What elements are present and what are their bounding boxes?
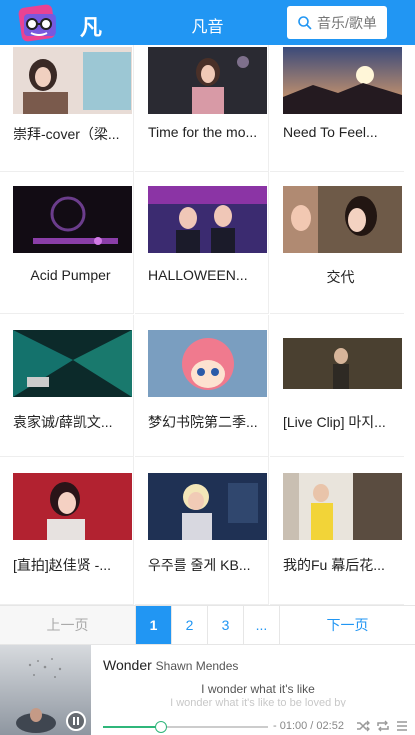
video-thumbnail (13, 330, 132, 397)
video-title: 崇拜-cover（梁... (13, 126, 120, 142)
page-button-1[interactable]: 1 (136, 606, 172, 644)
video-title: 袁家诚/薛凯文... (13, 414, 113, 430)
next-page-button[interactable]: 下一页 (280, 606, 415, 644)
video-card[interactable]: Time for the mo... (135, 45, 269, 172)
search-icon (298, 15, 312, 30)
album-cover[interactable] (0, 645, 91, 735)
video-thumbnail (148, 330, 267, 397)
prev-page-button[interactable]: 上一页 (0, 606, 136, 644)
video-card[interactable]: 梦幻书院第二季... (135, 315, 269, 457)
video-thumbnail (13, 473, 132, 540)
video-thumbnail (13, 47, 132, 114)
pause-button[interactable] (66, 711, 86, 731)
search-box[interactable]: 音乐/歌单 (287, 6, 387, 39)
video-card[interactable]: 我的Fu 幕后花... (270, 457, 404, 605)
page-ellipsis[interactable]: ... (244, 606, 280, 644)
video-card[interactable]: [直拍]赵佳贤 -... (0, 457, 134, 605)
video-thumbnail (148, 186, 267, 253)
pagination: 上一页 1 2 3 ... 下一页 (0, 605, 415, 645)
video-title: 우주를 줄게 KB... (148, 557, 251, 573)
play-time: - 01:00 / 02:52 (273, 720, 344, 732)
video-thumbnail (283, 47, 402, 114)
lyric-current: I wonder what it's like (201, 682, 315, 696)
video-card[interactable]: 袁家诚/薛凯文... (0, 315, 134, 457)
logo-icon (18, 4, 56, 42)
artist-name: Shawn Mendes (155, 659, 239, 673)
video-card[interactable]: 交代 (270, 172, 404, 314)
music-player: Wonder Shawn Mendes I wonder what it's l… (0, 645, 415, 735)
playlist-icon[interactable] (395, 719, 409, 733)
lyric-next: I wonder what it's like to be loved by (170, 697, 346, 707)
video-card[interactable]: 崇拜-cover（梁... (0, 45, 134, 172)
page-button-3[interactable]: 3 (208, 606, 244, 644)
page-button-2[interactable]: 2 (172, 606, 208, 644)
video-card[interactable]: [Live Clip] 마지... (270, 315, 404, 457)
shuffle-icon[interactable] (356, 719, 370, 733)
video-title: 交代 (326, 269, 355, 285)
video-title: [Live Clip] 마지... (283, 414, 386, 430)
video-thumbnail (283, 330, 402, 397)
video-thumbnail (13, 186, 132, 253)
video-title: HALLOWEEN... (148, 267, 248, 283)
song-title: Wonder (103, 657, 152, 673)
video-title: Time for the mo... (148, 124, 258, 140)
video-card[interactable]: Acid Pumper (0, 172, 134, 314)
now-playing: Wonder Shawn Mendes (103, 657, 238, 673)
search-placeholder: 音乐/歌单 (317, 14, 377, 31)
progress-fill (103, 726, 161, 728)
video-thumbnail (148, 473, 267, 540)
app-header: 凡音 凡音 音乐/歌单 (0, 0, 415, 73)
video-title: Acid Pumper (30, 267, 111, 283)
video-thumbnail (283, 473, 402, 540)
video-title: Need To Feel... (283, 124, 378, 140)
video-card[interactable]: Need To Feel... (270, 45, 404, 172)
video-card[interactable]: HALLOWEEN... (135, 172, 269, 314)
video-grid: 崇拜-cover（梁... Time for the mo... Need To… (0, 45, 415, 605)
video-card[interactable]: 우주를 줄게 KB... (135, 457, 269, 605)
video-thumbnail (148, 47, 267, 114)
video-title: [直拍]赵佳贤 -... (13, 557, 111, 573)
progress-bar[interactable] (103, 721, 268, 733)
video-thumbnail (283, 186, 402, 253)
video-title: 梦幻书院第二季... (148, 414, 258, 430)
app-logo[interactable]: 凡音 (18, 4, 108, 73)
repeat-icon[interactable] (376, 719, 390, 733)
progress-handle[interactable] (154, 721, 167, 733)
video-title: 我的Fu 幕后花... (283, 557, 385, 573)
